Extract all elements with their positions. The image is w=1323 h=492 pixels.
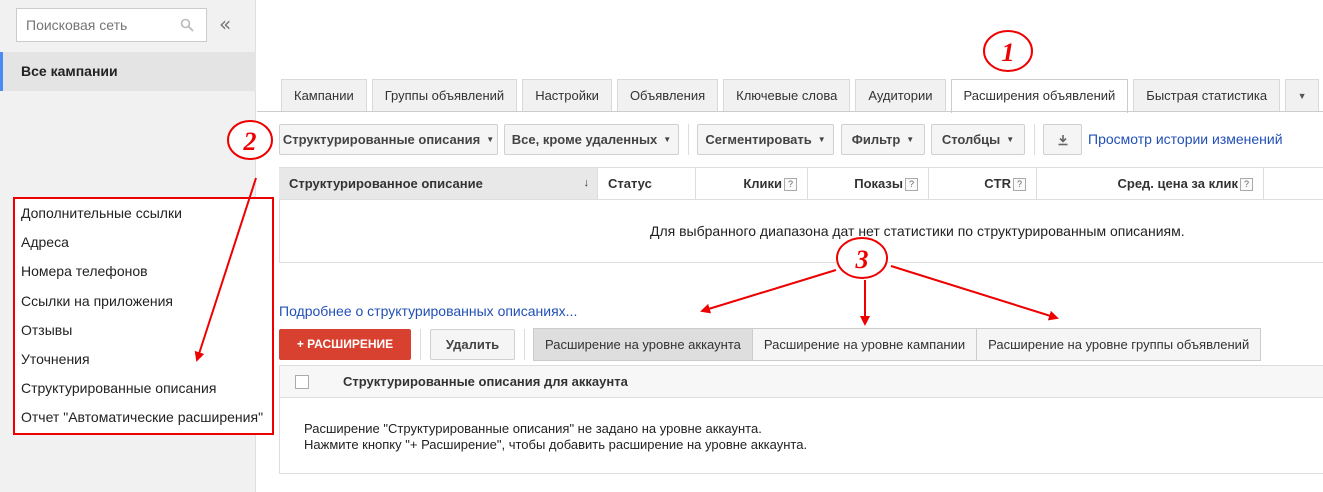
- account-table-title: Структурированные описания для аккаунта: [343, 374, 628, 389]
- sort-down-icon: ↓: [583, 177, 590, 189]
- extension-type-label: Структурированные описания: [282, 132, 481, 147]
- extension-item-apps[interactable]: Ссылки на приложения: [15, 287, 272, 316]
- chevron-down-icon: ▼: [1006, 135, 1015, 145]
- learn-more-link[interactable]: Подробнее о структурированных описаниях.…: [279, 303, 577, 319]
- column-label: Структурированное описание: [289, 176, 483, 191]
- select-all-checkbox[interactable]: [295, 375, 309, 389]
- column-structured-snippet[interactable]: Структурированное описание ↓: [279, 168, 598, 199]
- main-tabs: Кампании Группы объявлений Настройки Объ…: [281, 79, 1323, 113]
- column-clicks[interactable]: Клики?: [696, 168, 808, 199]
- tabs-more-dropdown[interactable]: ▼: [1285, 79, 1320, 112]
- extension-type-dropdown[interactable]: Структурированные описания ▼: [279, 124, 498, 155]
- column-label: Клики: [743, 176, 782, 191]
- arrow-3-ad-group: [890, 265, 1059, 321]
- columns-label: Столбцы: [941, 132, 1001, 147]
- column-label: Показы: [854, 176, 903, 191]
- tab-audiences[interactable]: Аудитории: [855, 79, 946, 112]
- account-table-header: Структурированные описания для аккаунта: [279, 365, 1323, 398]
- actions-separator: [524, 329, 525, 360]
- filter-label: Фильтр: [851, 132, 901, 147]
- download-button[interactable]: [1043, 124, 1082, 155]
- status-filter-dropdown[interactable]: Все, кроме удаленных ▼: [504, 124, 679, 155]
- annotation-1-label: 1: [1002, 38, 1015, 67]
- annotation-1: 1: [983, 30, 1033, 72]
- sidebar: « Все кампании Дополнительные ссылки Адр…: [0, 0, 274, 492]
- actions-separator: [420, 329, 421, 360]
- tab-campaigns[interactable]: Кампании: [281, 79, 367, 112]
- extension-level-switcher: Расширение на уровне аккаунта Расширение…: [533, 328, 1262, 361]
- extensions-list: Дополнительные ссылки Адреса Номера теле…: [13, 197, 274, 435]
- extension-item-structured-snippets[interactable]: Структурированные описания: [15, 374, 272, 403]
- column-status[interactable]: Статус: [598, 168, 696, 199]
- tab-ad-groups[interactable]: Группы объявлений: [371, 79, 518, 112]
- arrow-3-account: [700, 269, 837, 314]
- tab-ads[interactable]: Объявления: [616, 79, 719, 112]
- tab-ad-extensions[interactable]: Расширения объявлений: [950, 79, 1129, 113]
- extension-item-calls[interactable]: Номера телефонов: [15, 257, 272, 286]
- chevron-down-icon: ▼: [663, 135, 672, 145]
- help-icon[interactable]: ?: [1240, 178, 1253, 192]
- extension-item-auto-extensions-report[interactable]: Отчет "Автоматические расширения": [15, 403, 272, 432]
- add-extension-button[interactable]: + РАСШИРЕНИЕ: [279, 329, 411, 360]
- search-input[interactable]: [17, 9, 177, 41]
- tab-keywords[interactable]: Ключевые слова: [723, 79, 851, 112]
- chevron-down-icon: ▼: [817, 135, 826, 145]
- level-account-button[interactable]: Расширение на уровне аккаунта: [534, 329, 753, 360]
- column-label: Статус: [608, 176, 652, 191]
- column-avg-cpc[interactable]: Сред. цена за клик?: [1037, 168, 1264, 199]
- extension-item-sitelinks[interactable]: Дополнительные ссылки: [15, 199, 272, 228]
- chevron-down-icon: ▼: [486, 135, 495, 145]
- level-campaign-button[interactable]: Расширение на уровне кампании: [752, 329, 978, 360]
- tab-quick-stats[interactable]: Быстрая статистика: [1133, 79, 1281, 112]
- download-icon: [1058, 134, 1067, 145]
- change-history-link[interactable]: Просмотр истории изменений: [1088, 131, 1283, 147]
- level-ad-group-button[interactable]: Расширение на уровне группы объявлений: [977, 329, 1261, 360]
- delete-button[interactable]: Удалить: [430, 329, 515, 360]
- extension-item-locations[interactable]: Адреса: [15, 228, 272, 257]
- help-icon[interactable]: ?: [1013, 178, 1026, 192]
- segment-dropdown[interactable]: Сегментировать ▼: [697, 124, 834, 155]
- extension-item-reviews[interactable]: Отзывы: [15, 316, 272, 345]
- help-icon[interactable]: ?: [905, 178, 918, 192]
- collapse-sidebar-button[interactable]: «: [219, 12, 231, 36]
- extension-item-callouts[interactable]: Уточнения: [15, 345, 272, 374]
- column-label: Сред. цена за клик: [1117, 176, 1238, 191]
- search-box[interactable]: [16, 8, 207, 42]
- no-stats-message: Для выбранного диапазона дат нет статист…: [650, 223, 1185, 239]
- account-empty-message: Расширение "Структурированные описания" …: [304, 421, 807, 453]
- status-filter-label: Все, кроме удаленных: [511, 132, 658, 147]
- columns-dropdown[interactable]: Столбцы ▼: [931, 124, 1025, 155]
- help-icon[interactable]: ?: [784, 178, 797, 192]
- all-campaigns-item[interactable]: Все кампании: [0, 52, 256, 91]
- account-empty-line2: Нажмите кнопку "+ Расширение", чтобы доб…: [304, 437, 808, 452]
- chevron-down-icon: ▼: [1297, 91, 1307, 101]
- filter-dropdown[interactable]: Фильтр ▼: [841, 124, 925, 155]
- tabs-divider: [257, 111, 1323, 112]
- toolbar-separator: [1034, 124, 1035, 155]
- segment-label: Сегментировать: [705, 132, 812, 147]
- search-icon[interactable]: [180, 18, 194, 32]
- toolbar-separator: [688, 124, 689, 155]
- column-impressions[interactable]: Показы?: [808, 168, 929, 199]
- column-ctr[interactable]: CTR?: [929, 168, 1037, 199]
- column-label: CTR: [984, 176, 1011, 191]
- tab-settings[interactable]: Настройки: [522, 79, 612, 112]
- account-empty-line1: Расширение "Структурированные описания" …: [304, 421, 762, 436]
- stats-table-header: Структурированное описание ↓ Статус Клик…: [279, 167, 1323, 200]
- chevron-down-icon: ▼: [906, 135, 915, 145]
